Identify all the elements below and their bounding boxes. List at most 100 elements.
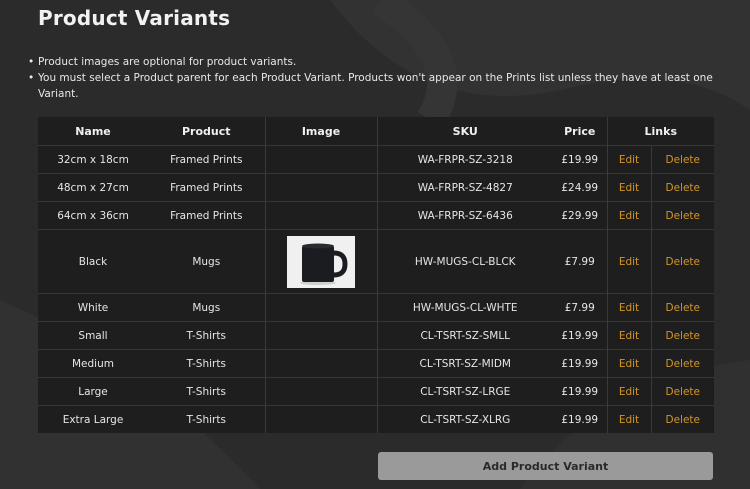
table-row: Large T-Shirts CL-TSRT-SZ-LRGE £19.99 Ed… (38, 377, 715, 406)
variant-image (264, 145, 377, 174)
variant-sku: CL-TSRT-SZ-LRGE (376, 377, 553, 406)
variant-product: Mugs (148, 293, 265, 322)
variant-price: £19.99 (553, 321, 607, 350)
delete-link-label[interactable]: Delete (666, 386, 701, 398)
variant-price: £19.99 (553, 377, 607, 406)
black-mug-icon (287, 235, 355, 288)
variant-name: Large (38, 377, 148, 406)
variant-name: Extra Large (38, 405, 148, 433)
edit-link[interactable]: Edit (606, 229, 651, 294)
variant-price: £19.99 (553, 145, 607, 174)
variant-product: Mugs (148, 229, 265, 294)
variant-sku: WA-FRPR-SZ-6436 (376, 201, 553, 230)
variants-table: Name Product Image SKU Price Links 32cm … (38, 117, 715, 433)
delete-link-label[interactable]: Delete (666, 182, 701, 194)
variant-name: 32cm x 18cm (38, 145, 148, 174)
edit-link-label[interactable]: Edit (619, 330, 639, 342)
delete-link-label[interactable]: Delete (666, 358, 701, 370)
delete-link-label[interactable]: Delete (666, 210, 701, 222)
delete-link[interactable]: Delete (650, 349, 715, 378)
edit-link-label[interactable]: Edit (619, 386, 639, 398)
table-row: White Mugs HW-MUGS-CL-WHTE £7.99 Edit De… (38, 293, 715, 322)
variant-name: Black (38, 229, 148, 294)
variant-product: T-Shirts (148, 405, 265, 433)
add-product-variant-button[interactable]: Add Product Variant (378, 452, 713, 480)
edit-link[interactable]: Edit (606, 377, 651, 406)
variant-image (264, 201, 377, 230)
variant-image (264, 229, 377, 294)
variant-price: £7.99 (553, 229, 607, 294)
edit-link[interactable]: Edit (606, 349, 651, 378)
delete-link[interactable]: Delete (650, 405, 715, 433)
edit-link[interactable]: Edit (606, 145, 651, 174)
delete-link[interactable]: Delete (650, 173, 715, 202)
variant-product: Framed Prints (148, 145, 265, 174)
column-header-product: Product (148, 117, 265, 146)
column-header-links: Links (606, 117, 715, 146)
variant-name: 48cm x 27cm (38, 173, 148, 202)
variant-price: £19.99 (553, 349, 607, 378)
variant-sku: WA-FRPR-SZ-4827 (376, 173, 553, 202)
variant-name: Medium (38, 349, 148, 378)
edit-link[interactable]: Edit (606, 173, 651, 202)
table-row: Small T-Shirts CL-TSRT-SZ-SMLL £19.99 Ed… (38, 321, 715, 350)
note-item: You must select a Product parent for eac… (28, 70, 718, 102)
delete-link[interactable]: Delete (650, 321, 715, 350)
variant-image (264, 293, 377, 322)
edit-link[interactable]: Edit (606, 201, 651, 230)
variant-price: £7.99 (553, 293, 607, 322)
table-row: Extra Large T-Shirts CL-TSRT-SZ-XLRG £19… (38, 405, 715, 433)
delete-link[interactable]: Delete (650, 377, 715, 406)
delete-link-label[interactable]: Delete (666, 256, 701, 268)
edit-link-label[interactable]: Edit (619, 210, 639, 222)
column-header-price: Price (553, 117, 607, 146)
variant-image (264, 321, 377, 350)
variant-sku: WA-FRPR-SZ-3218 (376, 145, 553, 174)
edit-link-label[interactable]: Edit (619, 182, 639, 194)
edit-link-label[interactable]: Edit (619, 154, 639, 166)
note-item: Product images are optional for product … (28, 54, 718, 70)
delete-link-label[interactable]: Delete (666, 302, 701, 314)
mug-image (287, 235, 355, 288)
variant-product: Framed Prints (148, 173, 265, 202)
delete-link[interactable]: Delete (650, 229, 715, 294)
variant-image (264, 173, 377, 202)
delete-link-label[interactable]: Delete (666, 330, 701, 342)
edit-link[interactable]: Edit (606, 321, 651, 350)
variant-image (264, 377, 377, 406)
edit-link-label[interactable]: Edit (619, 302, 639, 314)
page-title: Product Variants (38, 6, 231, 30)
delete-link[interactable]: Delete (650, 293, 715, 322)
variant-product: T-Shirts (148, 321, 265, 350)
variant-name: 64cm x 36cm (38, 201, 148, 230)
delete-link-label[interactable]: Delete (666, 414, 701, 426)
variant-image (264, 405, 377, 433)
variant-sku: HW-MUGS-CL-WHTE (376, 293, 553, 322)
variant-sku: CL-TSRT-SZ-SMLL (376, 321, 553, 350)
variant-price: £29.99 (553, 201, 607, 230)
variant-product: T-Shirts (148, 349, 265, 378)
variant-sku: HW-MUGS-CL-BLCK (376, 229, 553, 294)
column-header-image: Image (264, 117, 377, 146)
edit-link-label[interactable]: Edit (619, 358, 639, 370)
column-header-sku: SKU (376, 117, 553, 146)
edit-link-label[interactable]: Edit (619, 256, 639, 268)
delete-link[interactable]: Delete (650, 145, 715, 174)
table-row: Medium T-Shirts CL-TSRT-SZ-MIDM £19.99 E… (38, 349, 715, 378)
delete-link[interactable]: Delete (650, 201, 715, 230)
table-row: Black Mugs HW-MUGS-CL-BLCK £7.99 Edit De… (38, 229, 715, 294)
variant-name: Small (38, 321, 148, 350)
variant-product: Framed Prints (148, 201, 265, 230)
variant-image (264, 349, 377, 378)
table-row: 64cm x 36cm Framed Prints WA-FRPR-SZ-643… (38, 201, 715, 230)
delete-link-label[interactable]: Delete (666, 154, 701, 166)
variant-sku: CL-TSRT-SZ-MIDM (376, 349, 553, 378)
column-header-name: Name (38, 117, 148, 146)
edit-link[interactable]: Edit (606, 293, 651, 322)
edit-link[interactable]: Edit (606, 405, 651, 433)
table-row: 48cm x 27cm Framed Prints WA-FRPR-SZ-482… (38, 173, 715, 202)
variant-price: £19.99 (553, 405, 607, 433)
notes-list: Product images are optional for product … (28, 54, 718, 102)
edit-link-label[interactable]: Edit (619, 414, 639, 426)
table-row: 32cm x 18cm Framed Prints WA-FRPR-SZ-321… (38, 145, 715, 174)
